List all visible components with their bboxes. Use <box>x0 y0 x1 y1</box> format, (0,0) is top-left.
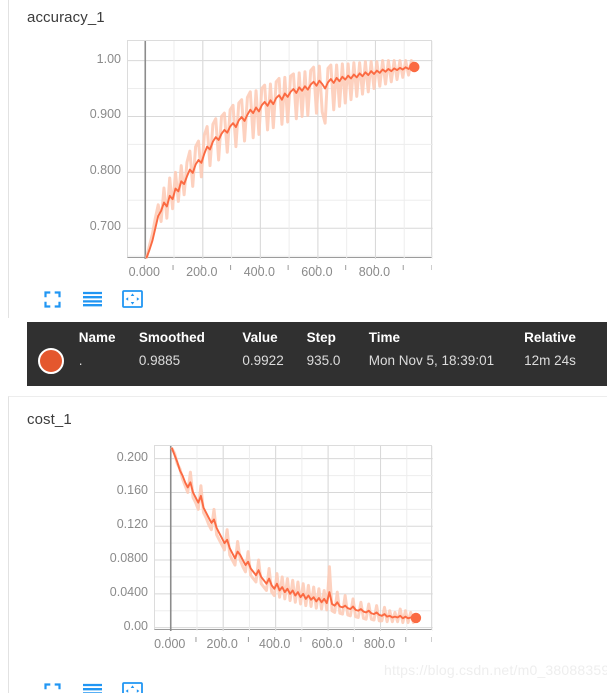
y-axis-tick-label: 0.200 <box>116 449 148 464</box>
tooltip-cell-time: Mon Nov 5, 18:39:01 <box>368 353 495 368</box>
x-axis-tick-marks <box>154 630 433 642</box>
y-axis-tick-label: 0.00 <box>123 618 148 633</box>
lines-icon[interactable] <box>79 680 105 693</box>
tooltip-col-name: Name <box>78 330 116 345</box>
x-axis-tick-marks <box>127 258 433 270</box>
series-tooltip: Name Smoothed Value Step Time Relative .… <box>27 322 607 386</box>
tooltip-col-time: Time <box>368 330 401 345</box>
y-axis-tick-label: 0.700 <box>89 219 121 234</box>
chart-title-accuracy: accuracy_1 <box>27 9 105 26</box>
tooltip-col-step: Step <box>306 330 336 345</box>
lines-icon[interactable] <box>79 288 105 310</box>
y-axis-tick-label: 0.160 <box>116 483 148 498</box>
tooltip-col-swatch <box>27 322 79 347</box>
plot-area[interactable] <box>127 40 433 259</box>
chart-toolbar-cost <box>39 680 145 693</box>
tooltip-table: Name Smoothed Value Step Time Relative .… <box>27 322 607 376</box>
tooltip-cell-name: . <box>78 353 83 368</box>
tooltip-cell-smoothed: 0.9885 <box>138 353 181 368</box>
y-axis-tick-label: 0.0800 <box>109 551 148 566</box>
y-axis-tick-label: 0.800 <box>89 163 121 178</box>
series-color-marker <box>38 348 64 374</box>
expand-icon[interactable] <box>39 288 65 310</box>
chart-title-cost: cost_1 <box>27 411 72 428</box>
tooltip-col-smoothed: Smoothed <box>138 330 205 345</box>
chart-card-accuracy: accuracy_1 1.00 0.900 0.800 0.700 0.000 200.0… <box>8 0 607 318</box>
tooltip-col-value: Value <box>242 330 278 345</box>
tooltip-cell-step: 935.0 <box>306 353 341 368</box>
y-axis-tick-label: 1.00 <box>96 51 121 66</box>
fit-icon[interactable] <box>119 680 145 693</box>
expand-icon[interactable] <box>39 680 65 693</box>
tooltip-header-row: Name Smoothed Value Step Time Relative <box>27 322 607 347</box>
tooltip-cell-relative: 12m 24s <box>524 353 576 368</box>
tooltip-col-relative: Relative <box>524 330 576 345</box>
tooltip-row: . 0.9885 0.9922 935.0 Mon Nov 5, 18:39:0… <box>27 347 607 376</box>
fit-icon[interactable] <box>119 288 145 310</box>
y-axis-tick-label: 0.0400 <box>109 584 148 599</box>
chart-card-cost: cost_1 0.200 0.160 0.120 0.0800 0.0400 0.00 0.… <box>8 396 607 693</box>
plot-area[interactable] <box>154 445 433 631</box>
watermark: https://blog.csdn.net/m0_38088359 <box>384 662 607 678</box>
tooltip-cell-value: 0.9922 <box>242 353 284 368</box>
y-axis-tick-label: 0.120 <box>116 517 148 532</box>
tensorboard-scalars-view: accuracy_1 1.00 0.900 0.800 0.700 0.000 200.0… <box>0 0 607 693</box>
y-axis-tick-label: 0.900 <box>89 107 121 122</box>
chart-toolbar-accuracy <box>39 288 145 310</box>
